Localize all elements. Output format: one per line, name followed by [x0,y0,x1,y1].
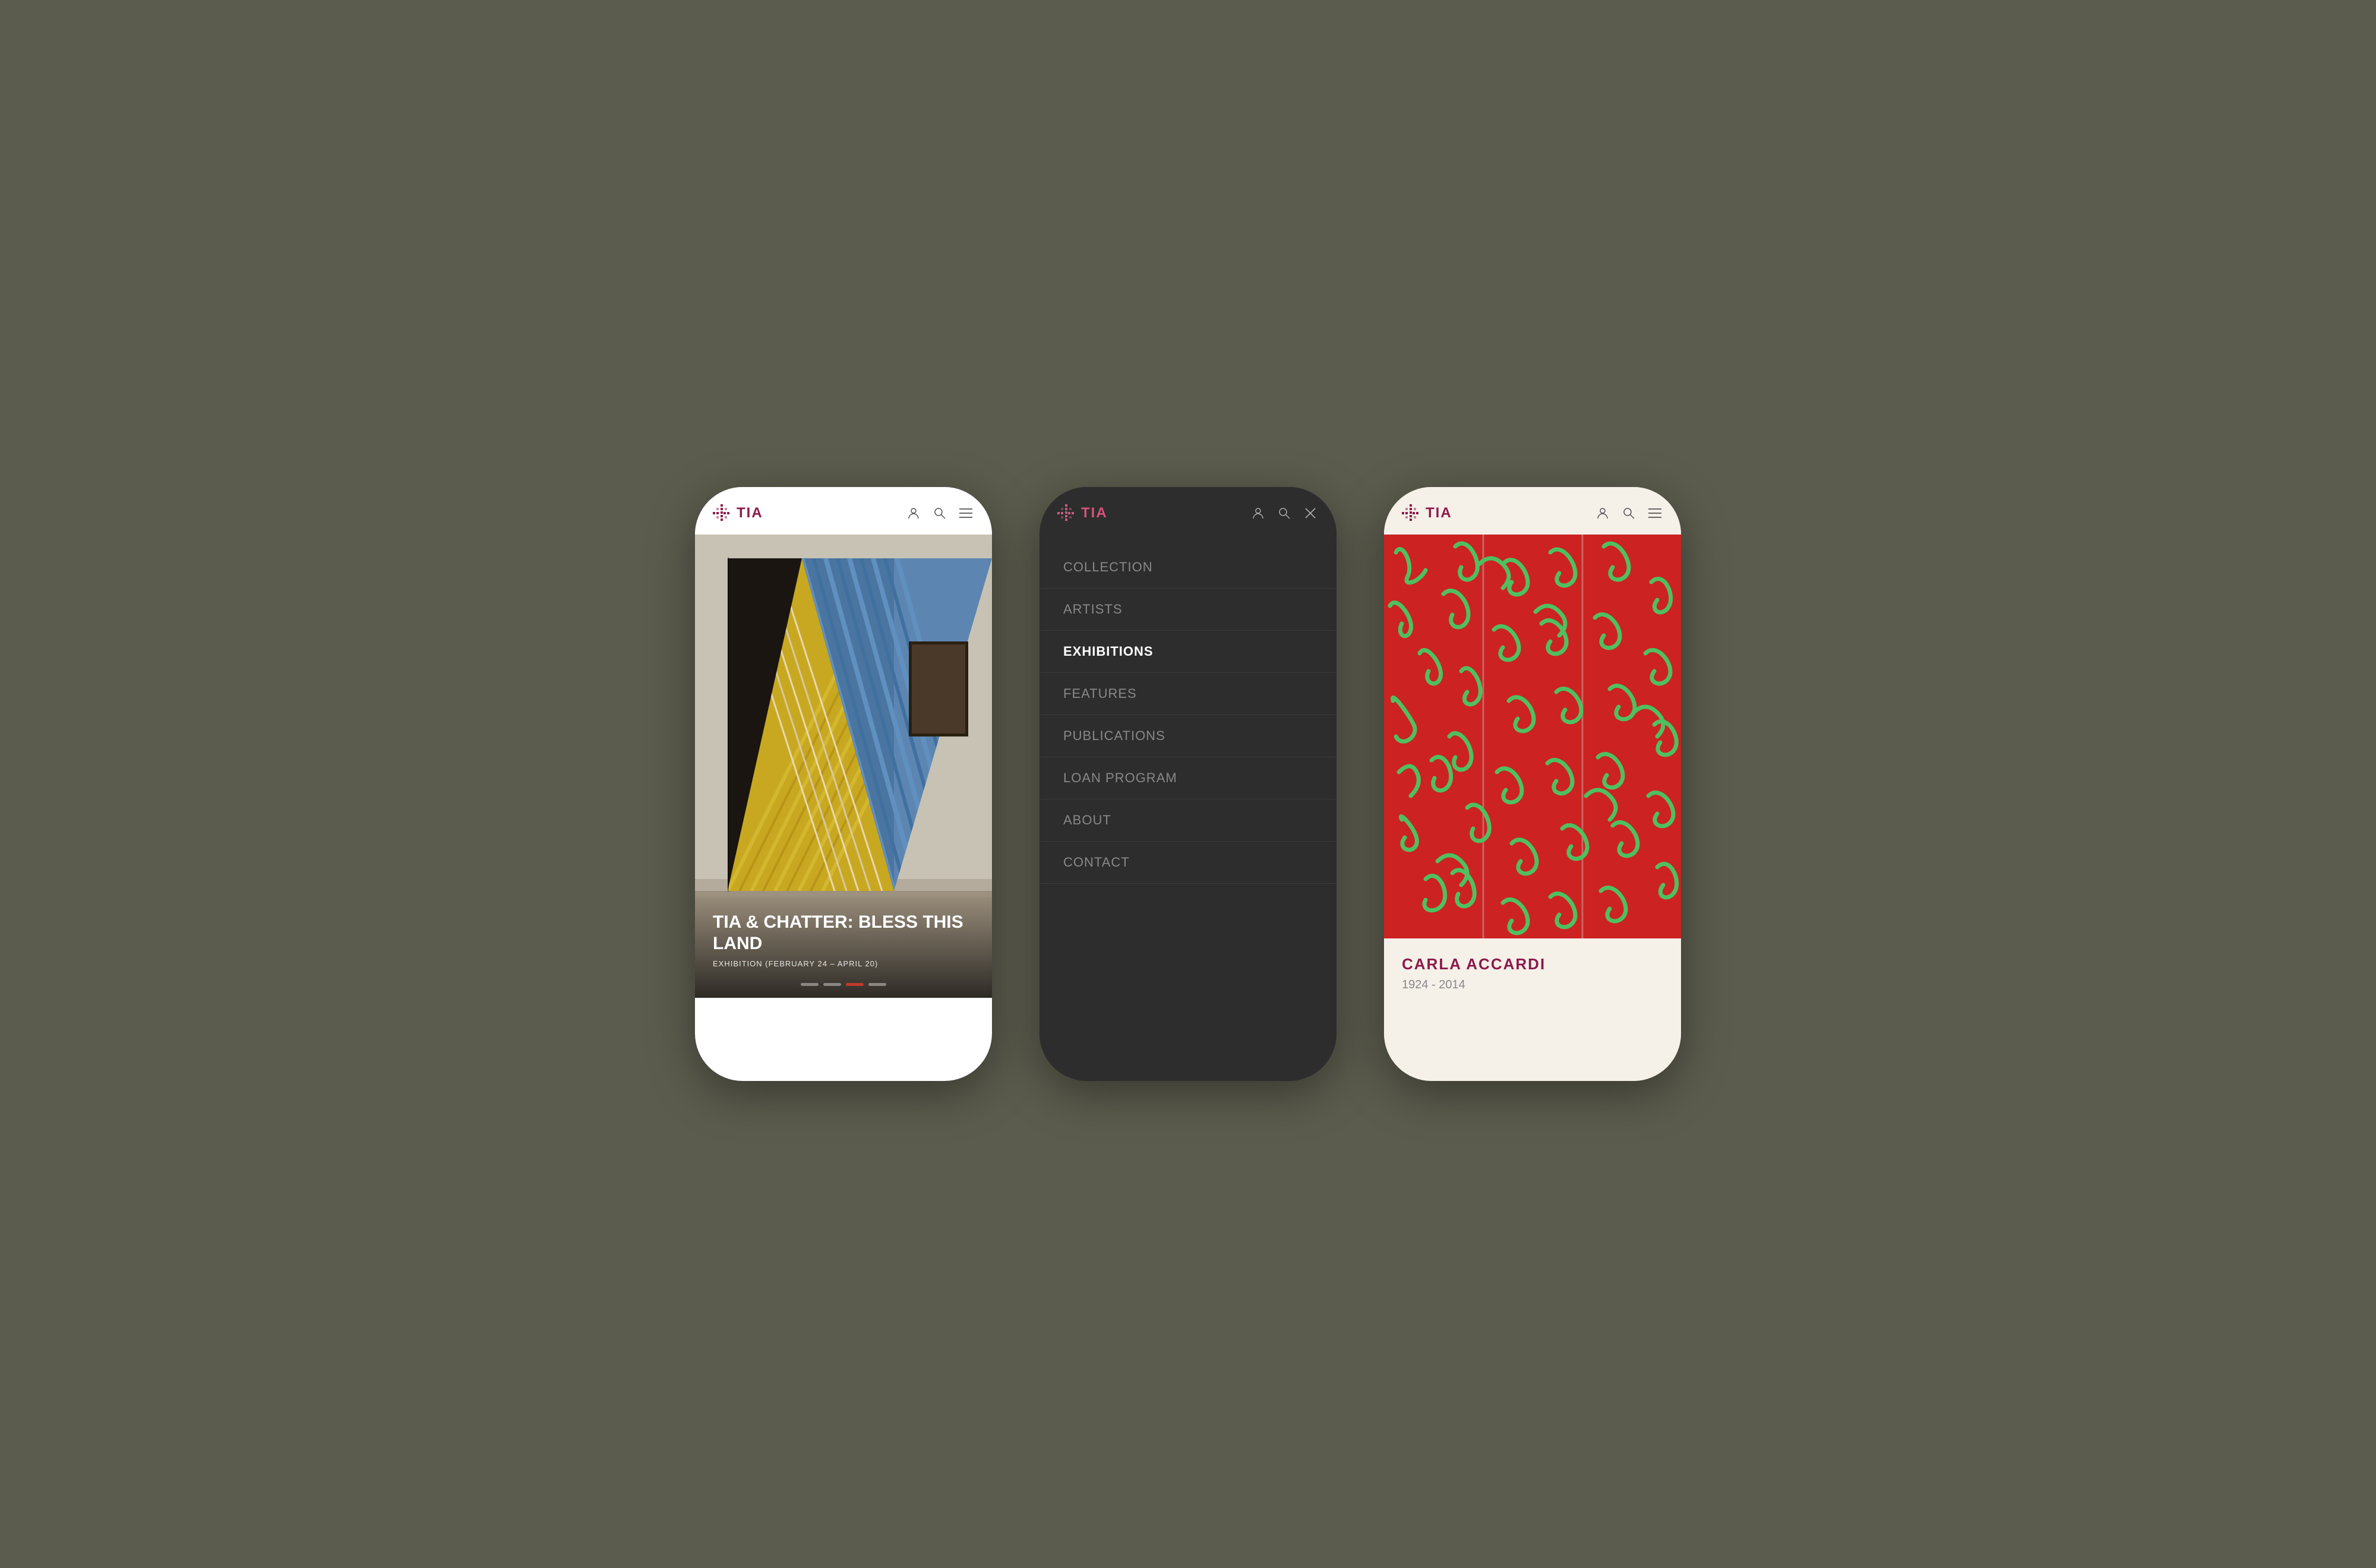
phone-left: TIA [695,487,992,1081]
phone-middle: TIA [1040,487,1336,1081]
dot-2[interactable] [823,983,841,986]
tia-logo-icon-middle [1057,504,1075,522]
menu-item-collection[interactable]: COLLECTION [1040,546,1336,589]
person-icon-right[interactable] [1594,505,1611,521]
caption-title: TIA & CHATTER: BLESS THIS LAND [713,912,974,954]
menu-item-about[interactable]: ABOUT [1040,799,1336,842]
menu-item-artists[interactable]: ARTISTS [1040,589,1336,631]
person-icon-left[interactable] [905,505,922,521]
tia-logo-icon-left [713,504,731,522]
logo-left[interactable]: TIA [713,504,763,522]
menu-item-contact[interactable]: CONTACT [1040,842,1336,884]
header-left: TIA [695,487,992,535]
search-icon-left[interactable] [931,505,948,521]
header-icons-left [905,505,974,521]
gallery-background: TIA & CHATTER: BLESS THIS LAND EXHIBITIO… [695,535,992,998]
gallery-image-area: TIA & CHATTER: BLESS THIS LAND EXHIBITIO… [695,535,992,998]
caption-sub: EXHIBITION (FEBRUARY 24 – APRIL 20) [713,959,974,968]
tia-logo-icon-right [1402,504,1420,522]
header-icons-middle [1250,505,1319,521]
artist-name: CARLA ACCARDI [1402,955,1663,973]
header-middle: TIA [1040,487,1336,535]
menu-icon-right[interactable] [1647,505,1663,521]
artwork-caption: CARLA ACCARDI 1924 - 2014 [1384,938,1681,1010]
person-icon-middle[interactable] [1250,505,1266,521]
logo-text-right: TIA [1426,505,1452,521]
menu-list: COLLECTION ARTISTS EXHIBITIONS FEATURES … [1040,535,1336,896]
header-icons-right [1594,505,1663,521]
logo-right[interactable]: TIA [1402,504,1452,522]
menu-icon-left[interactable] [958,505,974,521]
close-icon-middle[interactable] [1302,505,1319,521]
dot-1[interactable] [801,983,819,986]
phones-container: TIA [695,487,1681,1081]
search-icon-right[interactable] [1620,505,1637,521]
search-icon-middle[interactable] [1276,505,1293,521]
menu-item-exhibitions[interactable]: EXHIBITIONS [1040,631,1336,673]
caption-overlay: TIA & CHATTER: BLESS THIS LAND EXHIBITIO… [695,894,992,998]
menu-item-features[interactable]: FEATURES [1040,673,1336,715]
logo-text-middle: TIA [1081,505,1108,521]
artist-years: 1924 - 2014 [1402,978,1663,992]
dot-3-active[interactable] [846,983,864,986]
dot-4[interactable] [868,983,886,986]
menu-item-publications[interactable]: PUBLICATIONS [1040,715,1336,757]
logo-text-left: TIA [737,505,763,521]
logo-middle[interactable]: TIA [1057,504,1108,522]
artwork-image [1384,535,1681,938]
phone-right: TIA [1384,487,1681,1081]
dots-indicator [801,983,886,986]
header-right: TIA [1384,487,1681,535]
menu-item-loan-program[interactable]: LOAN PROGRAM [1040,757,1336,799]
